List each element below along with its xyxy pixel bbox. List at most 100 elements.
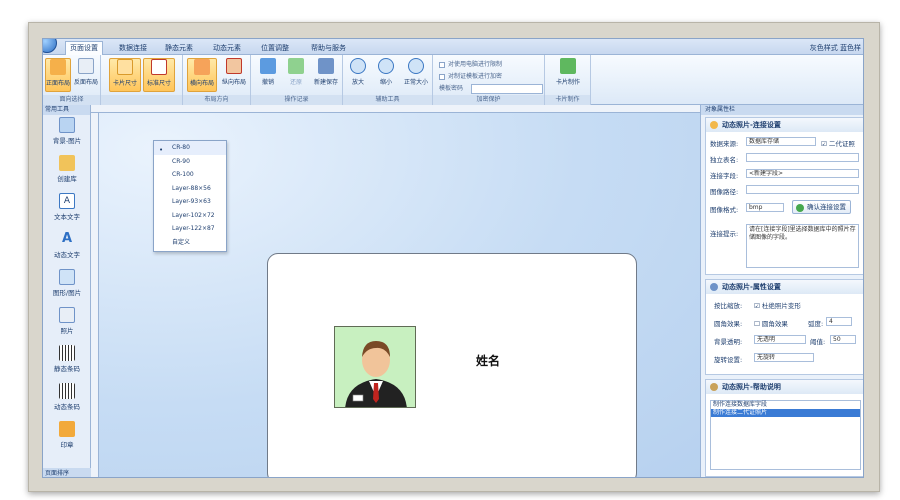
- tab-data-connection[interactable]: 数据连接: [115, 42, 151, 55]
- size-option[interactable]: CR-90: [154, 155, 226, 169]
- toolbox-panel: 常用工具 背景-图片 创建库 A 文本文字 A 动态文字 图形/图片 照片 静态条码…: [43, 105, 91, 477]
- radius-input[interactable]: 4: [826, 317, 852, 326]
- tool-static-barcode[interactable]: 静态条码: [43, 345, 91, 381]
- style-switch-links[interactable]: 灰色样式 蓝色样: [810, 43, 861, 53]
- size-option[interactable]: Layer-93×63: [154, 195, 226, 209]
- qr-checkbox[interactable]: ☑ 二代证照: [821, 138, 855, 148]
- connect-settings-header[interactable]: 动态照片-连接设置: [706, 118, 863, 132]
- keep-ratio-checkbox[interactable]: ☑ 杜绝照片变形: [754, 300, 801, 310]
- group-label: [101, 95, 182, 105]
- background-image-icon: [59, 117, 75, 133]
- corner-label: 圆角效果:: [714, 320, 743, 328]
- group-label: 加密保护: [433, 95, 544, 105]
- table-input[interactable]: [746, 153, 859, 162]
- back-layout-button[interactable]: 反面布局: [73, 58, 99, 92]
- tool-text[interactable]: A 文本文字: [43, 193, 91, 229]
- tool-stamp[interactable]: 印章: [43, 421, 91, 457]
- dynamic-photo[interactable]: [334, 326, 416, 408]
- source-select[interactable]: 数据库存储: [746, 137, 816, 146]
- restrict-computer-checkbox[interactable]: 对使用电脑进行限制: [439, 59, 502, 68]
- radius-label: 弧度:: [808, 320, 824, 328]
- tool-shape-image[interactable]: 图形/图片: [43, 269, 91, 305]
- ribbon: 正面布局 反面布局 面向选择 卡片尺寸 标准尺寸 横向布局 纵向布局 布局方向 …: [43, 55, 863, 105]
- rotate-select[interactable]: 无旋转: [754, 353, 814, 362]
- zoom-in-button[interactable]: 放大: [345, 58, 371, 92]
- source-label: 数据来源:: [710, 140, 739, 148]
- undo-icon: [260, 58, 276, 74]
- undo-button[interactable]: 撤销: [255, 58, 281, 92]
- tool-dynamic-text[interactable]: A 动态文字: [43, 231, 91, 267]
- horizontal-person-icon: [194, 59, 210, 75]
- help-line-selected[interactable]: 制作连接二代证照片: [711, 409, 860, 417]
- tab-page-settings[interactable]: 页面设置: [65, 41, 103, 56]
- group-card-make: 卡片制作 卡片制作: [545, 55, 591, 105]
- tool-background-image[interactable]: 背景-图片: [43, 117, 91, 153]
- field-select[interactable]: <新建字段>: [746, 169, 859, 178]
- standard-size-button[interactable]: 标准尺寸: [143, 58, 175, 92]
- photo-icon: [59, 307, 75, 323]
- tab-static-elements[interactable]: 静态元素: [161, 42, 197, 55]
- property-settings-section: 动态照片-属性设置 按比缩放: ☑ 杜绝照片变形 圆角效果: ☐ 圆角效果 弧度…: [705, 279, 863, 375]
- vertical-layout-button[interactable]: 纵向布局: [219, 58, 249, 92]
- stamp-icon: [59, 421, 75, 437]
- redo-button[interactable]: 还原: [283, 58, 309, 92]
- size-option-custom[interactable]: 自定义: [154, 236, 226, 250]
- template-password-input[interactable]: [471, 84, 543, 94]
- normal-size-button[interactable]: 正常大小: [401, 58, 431, 92]
- front-layout-button[interactable]: 正面布局: [45, 58, 71, 92]
- property-settings-header[interactable]: 动态照片-属性设置: [706, 280, 863, 294]
- rotate-label: 旋转设置:: [714, 356, 743, 364]
- card-size-button[interactable]: 卡片尺寸: [109, 58, 141, 92]
- path-input[interactable]: [746, 185, 859, 194]
- corner-checkbox[interactable]: ☐ 圆角效果: [754, 318, 788, 328]
- id-card[interactable]: 姓名: [267, 253, 637, 477]
- transparent-select[interactable]: 无透明: [754, 335, 806, 344]
- size-option[interactable]: Layer-88×56: [154, 182, 226, 196]
- vertical-person-icon: [226, 58, 242, 74]
- encrypt-template-checkbox[interactable]: 对制证模板进行加密: [439, 71, 502, 80]
- tool-dynamic-barcode[interactable]: 动态条码: [43, 383, 91, 419]
- horizontal-ruler: [91, 105, 700, 113]
- threshold-input[interactable]: 50: [830, 335, 856, 344]
- format-select[interactable]: bmp: [746, 203, 784, 212]
- help-list: 制作连接数据库字段 制作连接二代证照片: [710, 400, 861, 470]
- confirm-connect-button[interactable]: 确认连接设置: [792, 200, 851, 214]
- help-line[interactable]: 制作连接数据库字段: [711, 401, 860, 409]
- connect-settings-section: 动态照片-连接设置 数据来源: 数据库存储 ☑ 二代证照 独立表名: 连接字段:…: [705, 117, 863, 275]
- size-option[interactable]: Layer-122×87: [154, 222, 226, 236]
- tab-position[interactable]: 位置调整: [257, 42, 293, 55]
- tab-help-service[interactable]: 帮助与服务: [307, 42, 350, 55]
- tab-dynamic-elements[interactable]: 动态元素: [209, 42, 245, 55]
- help-section: 动态照片-帮助说明 制作连接数据库字段 制作连接二代证照片: [705, 379, 863, 477]
- tool-create-library[interactable]: 创建库: [43, 155, 91, 191]
- zoom-out-icon: [378, 58, 394, 74]
- size-dropdown-menu: • CR-80 CR-90 CR-100 Layer-88×56 Layer-9…: [153, 140, 227, 252]
- shape-image-icon: [59, 269, 75, 285]
- new-save-button[interactable]: 新建保存: [311, 58, 341, 92]
- back-layout-icon: [78, 58, 94, 74]
- library-icon: [59, 155, 75, 171]
- format-label: 图像格式:: [710, 206, 739, 214]
- properties-panel: 对象属性栏 动态照片-连接设置 数据来源: 数据库存储 ☑ 二代证照 独立表名:…: [700, 105, 863, 477]
- zoom-out-button[interactable]: 缩小: [373, 58, 399, 92]
- zoom-reset-icon: [408, 58, 424, 74]
- size-option[interactable]: Layer-102×72: [154, 209, 226, 223]
- name-label[interactable]: 姓名: [476, 352, 500, 369]
- help-header[interactable]: 动态照片-帮助说明: [706, 380, 863, 394]
- vertical-ruler: [91, 113, 99, 477]
- card-make-button[interactable]: 卡片制作: [551, 58, 585, 92]
- horizontal-layout-button[interactable]: 横向布局: [187, 58, 217, 92]
- group-layout-direction: 横向布局 纵向布局 布局方向: [183, 55, 251, 105]
- table-label: 独立表名:: [710, 156, 739, 164]
- size-option[interactable]: CR-80: [154, 141, 226, 155]
- refresh-icon: [796, 204, 804, 212]
- app-menu-button[interactable]: [43, 39, 57, 53]
- path-label: 图像路径:: [710, 188, 739, 196]
- tool-photo[interactable]: 照片: [43, 307, 91, 343]
- group-label: 操作记录: [251, 95, 342, 105]
- toolbox-footer[interactable]: 页面排序: [43, 468, 91, 477]
- app-window: 页面设置 数据连接 静态元素 动态元素 位置调整 帮助与服务 灰色样式 蓝色样 …: [42, 38, 864, 478]
- group-label: 面向选择: [43, 95, 100, 105]
- smile-icon: [710, 121, 718, 129]
- size-option[interactable]: CR-100: [154, 168, 226, 182]
